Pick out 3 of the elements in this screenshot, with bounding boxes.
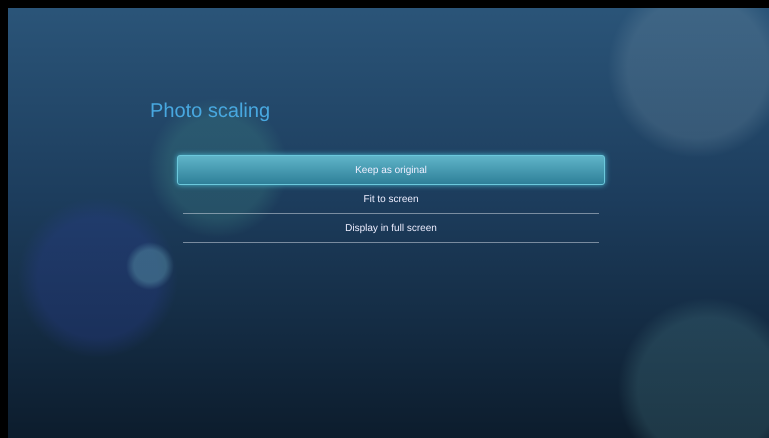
menu-option[interactable]: Display in full screen [183,214,599,243]
page-title: Photo scaling [150,100,270,123]
menu-option[interactable]: Fit to screen [183,185,599,214]
